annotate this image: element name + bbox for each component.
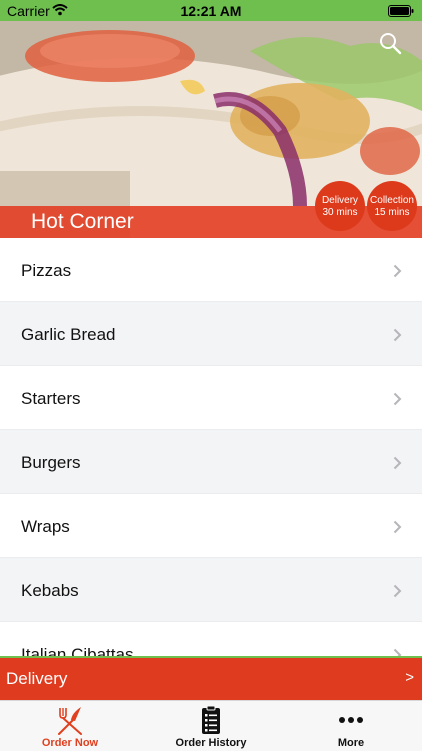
menu-item-wraps[interactable]: Wraps — [0, 494, 422, 558]
delivery-badge-time: 30 mins — [322, 207, 358, 218]
delivery-mode-label: Delivery — [6, 669, 68, 688]
menu-category-list[interactable]: Pizzas Garlic Bread Starters Burgers Wra… — [0, 238, 422, 656]
tab-label-order-now: Order Now — [41, 737, 99, 749]
menu-item-kebabs[interactable]: Kebabs — [0, 558, 422, 622]
collection-badge-time: 15 mins — [374, 207, 410, 218]
chevron-right-icon — [393, 264, 402, 283]
menu-item-label: Wraps — [21, 517, 70, 536]
more-dots-icon — [339, 717, 363, 723]
restaurant-name: Hot Corner — [31, 210, 134, 233]
chevron-right-icon — [393, 456, 402, 475]
menu-item-garlic-bread[interactable]: Garlic Bread — [0, 302, 422, 366]
delivery-mode-button[interactable]: Delivery > — [0, 656, 422, 700]
delivery-arrow: > — [405, 669, 414, 686]
menu-item-label: Starters — [21, 389, 81, 408]
collection-time-badge: Collection 15 mins — [367, 181, 417, 231]
tab-order-history[interactable]: Order History — [141, 701, 281, 751]
clipboard-list-icon — [202, 705, 220, 734]
menu-item-pizzas[interactable]: Pizzas — [0, 238, 422, 302]
menu-item-burgers[interactable]: Burgers — [0, 430, 422, 494]
fork-knife-icon — [58, 707, 82, 735]
tab-label-order-history: Order History — [175, 737, 247, 749]
chevron-right-icon — [393, 520, 402, 539]
delivery-time-badge: Delivery 30 mins — [315, 181, 365, 231]
tab-bar: Order Now Order History More — [0, 700, 422, 751]
battery-icon — [388, 4, 414, 20]
tab-more[interactable]: More — [281, 701, 421, 751]
menu-item-label: Kebabs — [21, 581, 79, 600]
status-bar: Carrier 12:21 AM — [0, 0, 422, 21]
menu-item-starters[interactable]: Starters — [0, 366, 422, 430]
delivery-badge-title: Delivery — [321, 195, 359, 206]
menu-item-label: Italian Cibattas — [21, 645, 134, 656]
status-time: 12:21 AM — [180, 3, 242, 19]
search-icon[interactable] — [378, 31, 402, 60]
menu-item-italian-cibattas[interactable]: Italian Cibattas — [0, 622, 422, 656]
chevron-right-icon — [393, 328, 402, 347]
chevron-right-icon — [393, 648, 402, 656]
tab-order-now[interactable]: Order Now — [0, 701, 140, 751]
menu-item-label: Pizzas — [21, 261, 72, 280]
chevron-right-icon — [393, 584, 402, 603]
hero-banner: Hot Corner Delivery 30 mins Collection 1… — [0, 21, 422, 238]
collection-badge-title: Collection — [370, 195, 414, 206]
tab-label-more: More — [337, 737, 365, 749]
chevron-right-icon — [393, 392, 402, 411]
menu-item-label: Burgers — [21, 453, 81, 472]
menu-item-label: Garlic Bread — [21, 325, 116, 344]
